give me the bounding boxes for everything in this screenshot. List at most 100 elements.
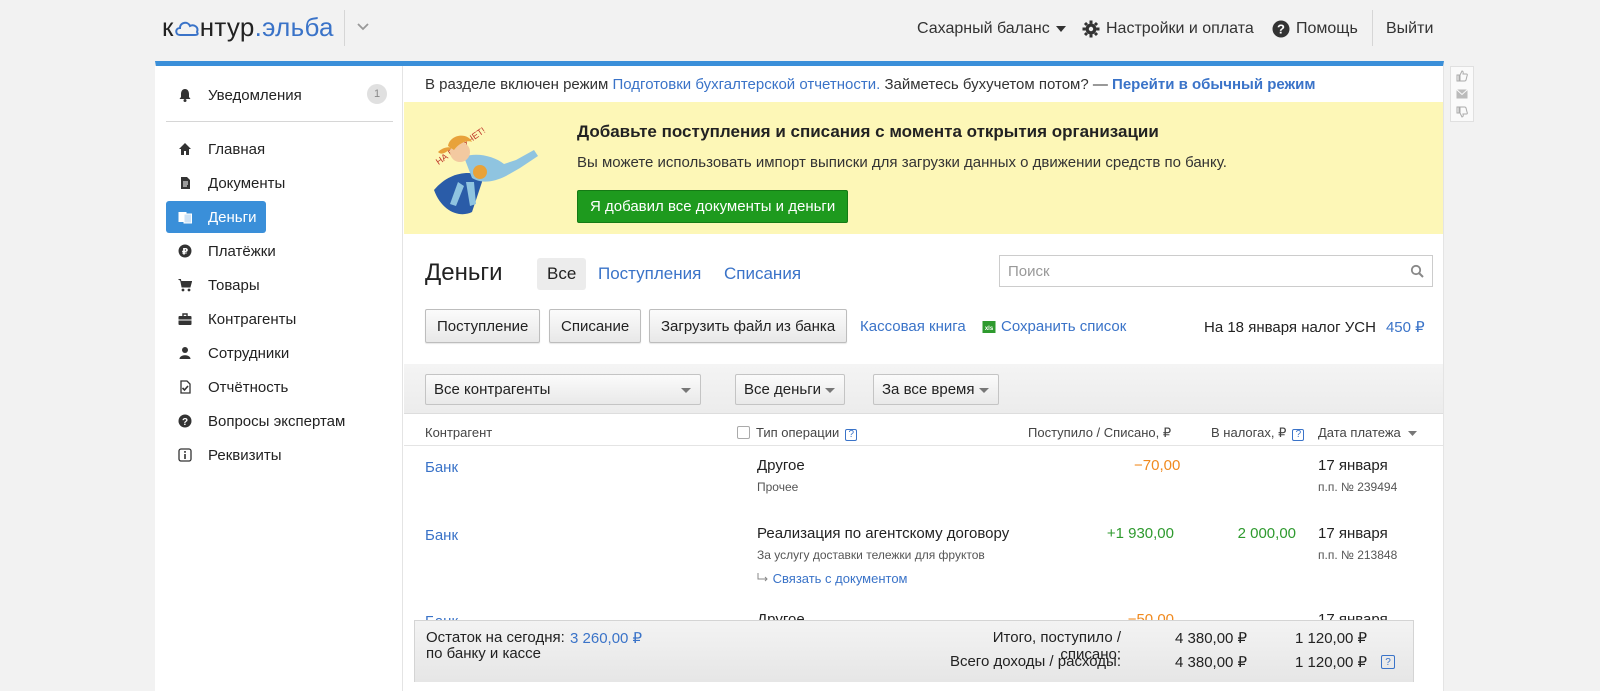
help-icon[interactable]: ? [1292, 428, 1305, 441]
confirm-documents-button[interactable]: Я добавил все документы и деньги [577, 190, 849, 223]
column-date[interactable]: Дата платежа [1318, 425, 1418, 440]
logo-text-start: к [162, 12, 174, 42]
help-icon[interactable]: ? [845, 428, 858, 441]
amount-value: +1 930,00 [1106, 525, 1174, 542]
save-list-label: Сохранить список [1001, 318, 1127, 335]
help-icon[interactable]: ? [1381, 655, 1395, 669]
column-amount: Поступило / Списано, ₽ [1028, 425, 1172, 440]
tab-expenses[interactable]: Списания [714, 258, 811, 290]
svg-text:?: ? [182, 417, 188, 428]
column-counterparty[interactable]: Контрагент [425, 425, 492, 440]
money-filter-value: Все деньги [744, 381, 822, 398]
payment-doc-number: п.п. № 213848 [1318, 548, 1398, 562]
mail-icon[interactable] [1456, 89, 1468, 99]
sidebar-item-payments[interactable]: ₽ Платёжки [166, 235, 366, 267]
logo-text-domain: .эльба [254, 12, 334, 42]
sidebar-item-money[interactable]: Деньги [166, 201, 266, 233]
thumbs-down-icon[interactable] [1456, 106, 1468, 118]
sidebar-item-goods[interactable]: Товары [166, 269, 366, 301]
sidebar-item-label: Отчётность [208, 378, 289, 396]
sidebar-item-notifications[interactable]: Уведомления [166, 79, 386, 111]
operation-subtype: Прочее [757, 480, 799, 494]
counterparty-link[interactable]: Банк [425, 527, 458, 544]
upload-bank-file-button[interactable]: Загрузить файл из банка [649, 309, 848, 343]
link-to-document[interactable]: Связать с документом [757, 571, 908, 586]
report-check-icon [178, 380, 192, 394]
sidebar-item-label: Вопросы экспертам [208, 412, 346, 430]
balance-label: Остаток на сегодня: [426, 629, 565, 646]
tab-income[interactable]: Поступления [588, 258, 711, 290]
table-header: Контрагент Тип операции? Поступило / Спи… [404, 416, 1443, 446]
person-icon [178, 346, 192, 360]
corner-arrow-icon [757, 573, 768, 582]
tab-all[interactable]: Все [537, 258, 587, 290]
column-operation-type-label: Тип операции [756, 425, 840, 440]
search-icon[interactable] [1410, 264, 1424, 278]
sidebar-item-requisites[interactable]: Реквизиты [166, 439, 366, 471]
payment-date: 17 января [1318, 457, 1388, 474]
search-input[interactable]: Поиск [999, 255, 1433, 287]
sidebar-item-label: Документы [208, 174, 286, 192]
sidebar-item-label: Контрагенты [208, 310, 297, 328]
ruble-coin-icon: ₽ [178, 244, 192, 258]
question-icon: ? [178, 414, 192, 428]
caret-down-icon [979, 388, 989, 393]
cash-book-link[interactable]: Кассовая книга [860, 318, 966, 335]
money-filter-select[interactable]: Все деньги [735, 374, 845, 405]
counterparty-link[interactable]: Банк [425, 459, 458, 476]
all-expense-value: 1 120,00 ₽ [1295, 654, 1368, 671]
total-expense-value: 1 120,00 ₽ [1295, 630, 1368, 647]
svg-text:₽: ₽ [182, 248, 188, 258]
tax-amount-value: 2 000,00 [1237, 525, 1296, 542]
sidebar-item-label: Деньги [208, 208, 257, 226]
notifications-count-badge: 1 [367, 84, 387, 104]
operation-type: Другое [757, 457, 805, 474]
summary-footer: Остаток на сегодня: 3 260,00 ₽ по банку … [414, 620, 1414, 682]
operation-subtype: За услугу доставки тележки для фруктов [757, 548, 985, 562]
sidebar-item-counterparties[interactable]: Контрагенты [166, 303, 366, 335]
document-icon [178, 176, 192, 190]
tax-label: На 18 января налог УСН [1204, 319, 1376, 336]
sidebar-item-experts[interactable]: ? Вопросы экспертам [166, 405, 366, 437]
select-all-checkbox[interactable] [737, 426, 750, 439]
info-icon [178, 448, 192, 462]
help-label: Помощь [1296, 20, 1358, 37]
column-taxes: В налогах, ₽? [1211, 425, 1305, 441]
sidebar-item-reporting[interactable]: Отчётность [166, 371, 366, 403]
counterparty-filter-select[interactable]: Все контрагенты [425, 374, 701, 405]
balance-subtitle: по банку и кассе [426, 645, 542, 662]
thumbs-up-icon[interactable] [1456, 70, 1468, 82]
logo[interactable]: к нтур.эльба [162, 12, 334, 43]
cloud-icon [174, 21, 199, 36]
sidebar-item-label: Главная [208, 140, 266, 158]
caret-down-icon [825, 388, 835, 393]
tax-value-link[interactable]: 450 ₽ [1386, 319, 1425, 336]
svg-text:xls: xls [985, 326, 994, 332]
total-income-value: 4 380,00 ₽ [1175, 630, 1248, 647]
sidebar-item-employees[interactable]: Сотрудники [166, 337, 366, 369]
period-filter-value: За все время [882, 381, 975, 398]
operation-type: Реализация по агентскому договору [757, 525, 1010, 542]
caret-down-icon [681, 388, 691, 393]
switch-mode-link[interactable]: Перейти в обычный режим [1112, 76, 1315, 93]
sidebar-item-documents[interactable]: Документы [166, 167, 366, 199]
payment-date: 17 января [1318, 525, 1388, 542]
chevron-down-icon[interactable] [356, 20, 370, 34]
settings-link[interactable]: Настройки и оплата [1082, 20, 1254, 38]
save-list-link[interactable]: xls Сохранить список [982, 318, 1126, 335]
add-expense-button[interactable]: Списание [549, 309, 642, 343]
period-filter-select[interactable]: За все время [873, 374, 999, 405]
sidebar-item-home[interactable]: Главная [166, 133, 366, 165]
mode-notice-prefix: В разделе включен режим [425, 76, 613, 93]
logout-link[interactable]: Выйти [1386, 20, 1433, 38]
add-income-button[interactable]: Поступление [425, 309, 541, 343]
sidebar-item-label: Товары [208, 276, 260, 294]
help-link[interactable]: ? Помощь [1272, 20, 1358, 38]
filters-bar: Все контрагенты Все деньги За все время [404, 364, 1443, 414]
org-selector[interactable]: Сахарный баланс [917, 20, 1066, 38]
content-area: В разделе включен режим Подготовки бухга… [404, 66, 1443, 691]
excel-icon: xls [982, 320, 996, 333]
top-header: к нтур.эльба Сахарный баланс Настройки и … [0, 0, 1600, 62]
mode-link[interactable]: Подготовки бухгалтерской отчетности. [613, 76, 881, 93]
sidebar-item-label: Платёжки [208, 242, 276, 260]
